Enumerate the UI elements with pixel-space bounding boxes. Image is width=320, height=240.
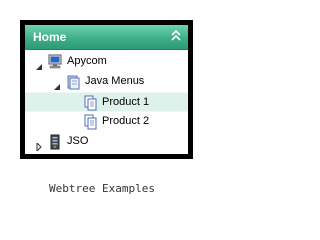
tree-item-label: Apycom — [67, 55, 107, 67]
folder-icon — [65, 74, 81, 90]
tree-item-label: Product 2 — [102, 115, 150, 127]
tree-item-label: Product 1 — [102, 96, 150, 108]
tree-item-product-1[interactable]: Product 1 — [25, 92, 188, 112]
expanded-arrow-icon[interactable] — [53, 78, 61, 90]
tree-item-label: JSO — [67, 135, 89, 147]
collapse-icon[interactable] — [170, 29, 182, 43]
menu-header-title: Home — [33, 30, 67, 44]
tree-item-apycom[interactable]: Apycom — [25, 52, 188, 72]
menu-frame: Home Apycom Java Menus Product 1 Product… — [20, 20, 193, 159]
computer-icon — [47, 54, 63, 70]
expanded-arrow-icon[interactable] — [35, 58, 43, 70]
menu-panel: Home Apycom Java Menus Product 1 Product… — [25, 25, 188, 154]
document-icon — [83, 95, 99, 111]
collapsed-arrow-icon[interactable] — [35, 138, 43, 153]
tree-item-java-menus[interactable]: Java Menus — [25, 72, 188, 92]
tree-item-label: Java Menus — [85, 75, 145, 87]
tree-item-product-2[interactable]: Product 2 — [25, 112, 188, 132]
tree-item-jso[interactable]: JSO — [25, 132, 188, 153]
caption: Webtree Examples — [49, 182, 155, 195]
document-icon — [83, 114, 99, 130]
menu-header[interactable]: Home — [25, 25, 188, 50]
server-icon — [47, 134, 63, 150]
tree-view: Apycom Java Menus Product 1 Product 2 JS… — [25, 50, 188, 154]
